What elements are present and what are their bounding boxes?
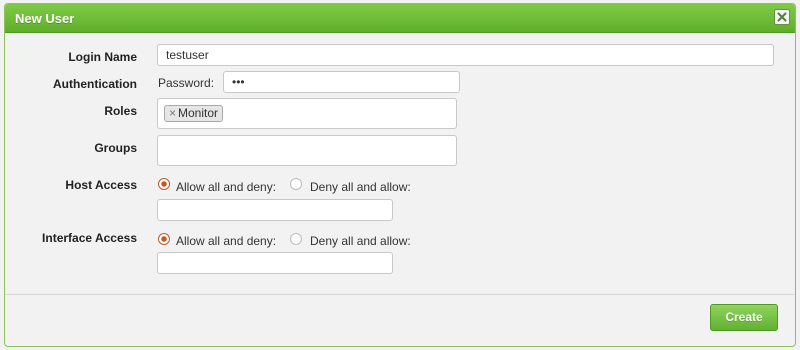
- interface-access-deny-label: Deny all and allow:: [310, 234, 411, 248]
- interface-access-allow-label: Allow all and deny:: [176, 234, 277, 248]
- roles-label: Roles: [104, 104, 137, 118]
- footer-divider: [5, 294, 795, 295]
- interface-access-allow-radio[interactable]: [158, 233, 170, 245]
- interface-access-label: Interface Access: [42, 231, 137, 245]
- roles-input[interactable]: × Monitor: [157, 98, 457, 129]
- host-access-allow-label: Allow all and deny:: [176, 180, 277, 194]
- dialog-title: New User: [15, 11, 75, 26]
- dialog-titlebar: New User: [5, 4, 795, 33]
- host-access-deny-label: Deny all and allow:: [310, 180, 411, 194]
- create-button[interactable]: Create: [710, 304, 778, 331]
- interface-access-input[interactable]: [157, 252, 393, 274]
- host-access-input[interactable]: [157, 199, 393, 221]
- new-user-dialog: New User Login Name Authentication Passw…: [4, 3, 796, 347]
- login-name-label: Login Name: [68, 50, 137, 64]
- login-name-input[interactable]: [157, 44, 774, 66]
- interface-access-deny-radio[interactable]: [290, 233, 302, 245]
- close-icon: [777, 12, 787, 22]
- authentication-label: Authentication: [53, 77, 137, 91]
- host-access-label: Host Access: [65, 178, 137, 192]
- password-label: Password:: [158, 76, 215, 90]
- password-input[interactable]: [223, 71, 460, 93]
- tag-remove-icon[interactable]: ×: [169, 106, 176, 120]
- host-access-allow-radio[interactable]: [158, 178, 170, 190]
- role-tag-label: Monitor: [178, 106, 219, 120]
- role-tag-monitor: × Monitor: [164, 105, 224, 122]
- close-button[interactable]: [774, 9, 790, 25]
- host-access-deny-radio[interactable]: [290, 178, 302, 190]
- groups-label: Groups: [94, 141, 137, 155]
- groups-input[interactable]: [157, 135, 457, 166]
